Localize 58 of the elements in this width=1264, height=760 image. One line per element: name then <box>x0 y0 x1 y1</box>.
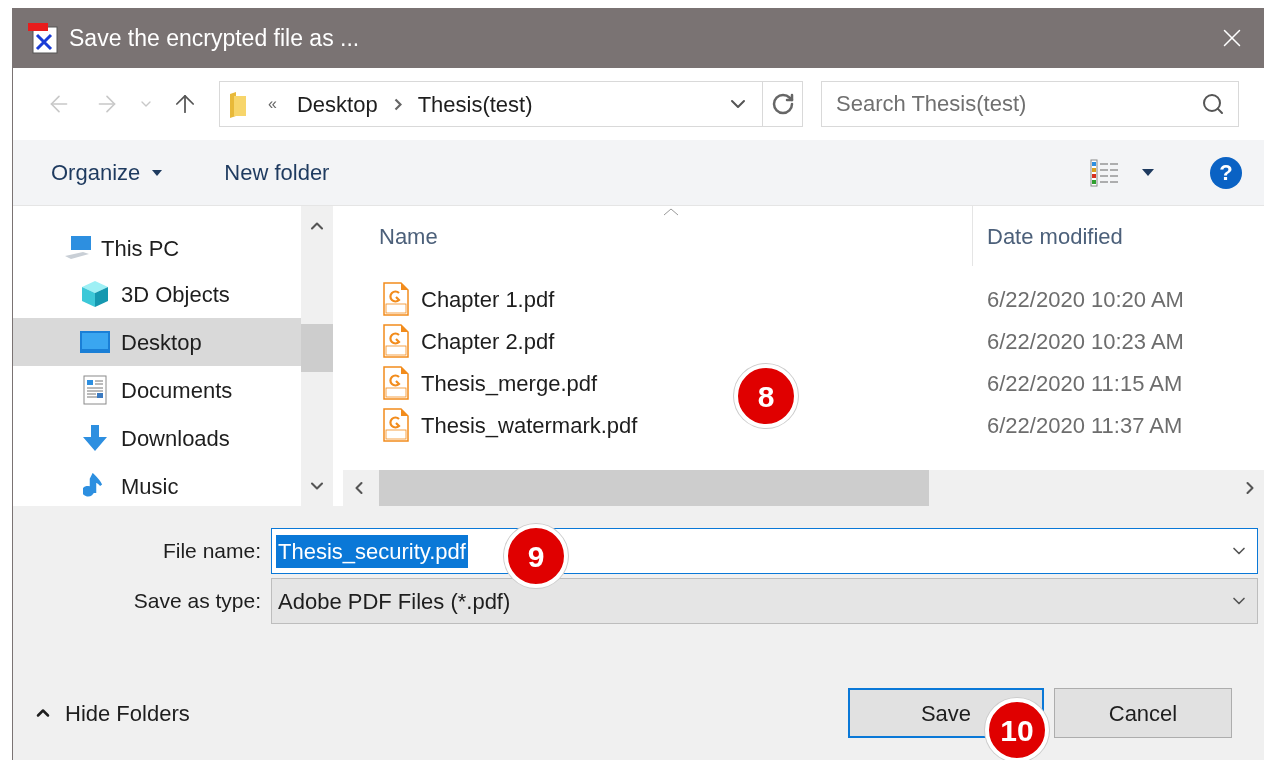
sidebar-item[interactable]: Music <box>13 462 301 506</box>
sidebar-item[interactable]: Desktop <box>13 318 301 366</box>
sidebar-label: Music <box>121 472 179 501</box>
file-name: Chapter 2.pdf <box>421 327 555 356</box>
breadcrumb[interactable]: Desktop <box>296 87 378 121</box>
hide-folders-button[interactable]: Hide Folders <box>33 696 190 730</box>
cube-icon <box>80 279 110 309</box>
organize-menu-button[interactable]: Organize <box>51 156 163 189</box>
document-icon <box>82 375 108 405</box>
sidebar-label: This PC <box>101 234 180 263</box>
new-folder-button[interactable]: New folder <box>224 156 330 189</box>
date-modified: 6/22/2020 11:37 AM <box>986 411 1183 440</box>
download-arrow-icon <box>81 423 109 453</box>
pdf-file-icon <box>383 366 409 400</box>
sidebar-item[interactable]: Documents <box>13 366 301 414</box>
file-name: Chapter 1.pdf <box>421 285 555 314</box>
sidebar-item[interactable]: Downloads <box>13 414 301 462</box>
sidebar-label: 3D Objects <box>121 280 230 309</box>
scrollbar-thumb[interactable] <box>301 324 333 372</box>
cancel-button[interactable]: Cancel <box>1054 688 1232 738</box>
file-name: Thesis_merge.pdf <box>421 369 598 398</box>
address-bar[interactable]: « Desktop Thesis(test) <box>219 81 803 127</box>
date-modified: 6/22/2020 10:23 AM <box>986 327 1184 356</box>
details-view-icon <box>1090 157 1120 188</box>
window-title: Save the encrypted file as ... <box>69 23 360 53</box>
caret-icon <box>1142 169 1154 176</box>
chevron-right-icon <box>393 97 402 111</box>
sidebar-label: Desktop <box>121 328 202 357</box>
breadcrumb[interactable]: Thesis(test) <box>417 87 533 121</box>
folder-icon <box>228 90 248 118</box>
sidebar-label: Documents <box>121 376 233 405</box>
help-button[interactable]: ? <box>1210 156 1242 189</box>
app-icon <box>27 21 61 55</box>
column-header[interactable]: Name <box>343 206 973 266</box>
monitor-icon <box>79 329 111 355</box>
sidebar-item[interactable]: This PC <box>13 226 301 270</box>
date-modified: 6/22/2020 10:20 AM <box>986 285 1184 314</box>
field-label: File name: <box>161 538 261 565</box>
sidebar-label: Downloads <box>121 424 230 453</box>
search-field[interactable]: Search Thesis(test) <box>821 81 1239 127</box>
search-icon <box>1201 92 1225 116</box>
column-header[interactable]: Date modified <box>973 219 1123 253</box>
pdf-file-icon <box>383 408 409 442</box>
vertical-scrollbar[interactable] <box>301 206 333 506</box>
scrollbar-thumb[interactable] <box>379 470 929 506</box>
sidebar-item[interactable]: 3D Objects <box>13 270 301 318</box>
file-name-value: Thesis_security.pdf <box>276 534 468 568</box>
horizontal-scrollbar[interactable] <box>343 470 1264 506</box>
pdf-file-icon <box>383 282 409 316</box>
date-modified: 6/22/2020 11:15 AM <box>986 369 1183 398</box>
pdf-file-icon <box>383 324 409 358</box>
file-name: Thesis_watermark.pdf <box>421 411 638 440</box>
field-label: Save as type: <box>132 588 261 615</box>
file-type-dropdown[interactable]: Adobe PDF Files (*.pdf) <box>271 578 1258 624</box>
caret-icon <box>152 169 163 176</box>
overflow-chevron[interactable]: « <box>268 92 277 116</box>
refresh-icon <box>770 92 795 116</box>
view-options-button[interactable] <box>1090 157 1154 188</box>
